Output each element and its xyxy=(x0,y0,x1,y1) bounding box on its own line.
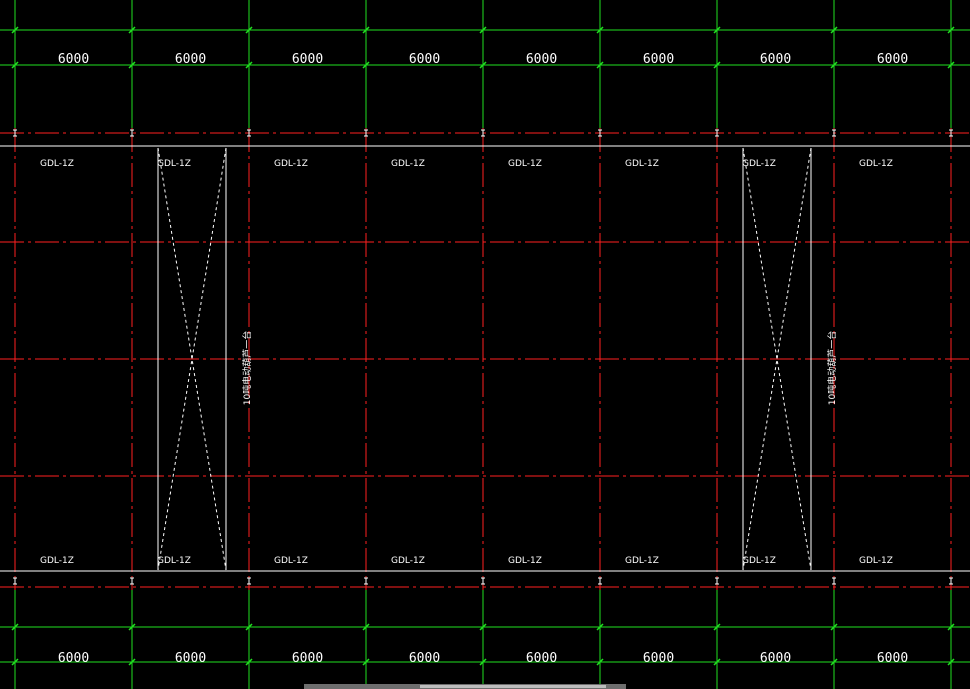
column-marker xyxy=(598,577,602,585)
dimension-lines xyxy=(0,26,970,666)
horizontal-grid-lines xyxy=(0,132,970,588)
dimension-text-top-2: 6000 xyxy=(292,52,323,67)
column-marker xyxy=(364,577,368,585)
scrollbar-thumb[interactable] xyxy=(420,685,606,688)
beam-label-bottom-2: GDL-1Z xyxy=(274,556,308,566)
dimension-text-bottom-3: 6000 xyxy=(409,651,440,666)
beam-label-top-3: GDL-1Z xyxy=(391,159,425,169)
dimension-text-bottom-4: 6000 xyxy=(526,651,557,666)
column-marker xyxy=(481,577,485,585)
dimension-text-top-0: 6000 xyxy=(58,52,89,67)
dimension-text-top-7: 6000 xyxy=(877,52,908,67)
column-marker xyxy=(832,577,836,585)
beam-label-top-6: GDL-1Z xyxy=(742,159,776,169)
dimension-text-bottom-6: 6000 xyxy=(760,651,791,666)
beam-label-bottom-0: GDL-1Z xyxy=(40,556,74,566)
dimension-text-top-5: 6000 xyxy=(643,52,674,67)
dimension-text-bottom-5: 6000 xyxy=(643,651,674,666)
column-marker xyxy=(13,577,17,585)
column-marker xyxy=(949,577,953,585)
beam-label-top-2: GDL-1Z xyxy=(274,159,308,169)
beam-label-top-7: GDL-1Z xyxy=(859,159,893,169)
dimension-text-bottom-7: 6000 xyxy=(877,651,908,666)
dimension-text-bottom-1: 6000 xyxy=(175,651,206,666)
dimension-text-bottom-2: 6000 xyxy=(292,651,323,666)
beam-label-bottom-5: GDL-1Z xyxy=(625,556,659,566)
crane-label: 10吨电动葫芦一台 xyxy=(826,331,838,405)
beam-label-bottom-4: GDL-1Z xyxy=(508,556,542,566)
column-marker xyxy=(247,577,251,585)
beam-label-top-0: GDL-1Z xyxy=(40,159,74,169)
beam-label-top-4: GDL-1Z xyxy=(508,159,542,169)
beam-label-top-5: GDL-1Z xyxy=(625,159,659,169)
column-marker xyxy=(130,577,134,585)
beam-label-top-1: GDL-1Z xyxy=(157,159,191,169)
crane-label: 10吨电动葫芦一台 xyxy=(241,331,253,405)
dimension-text-top-6: 6000 xyxy=(760,52,791,67)
beam-label-bottom-1: GDL-1Z xyxy=(157,556,191,566)
dimension-text-top-3: 6000 xyxy=(409,52,440,67)
beam-label-bottom-7: GDL-1Z xyxy=(859,556,893,566)
dimension-text-top-1: 6000 xyxy=(175,52,206,67)
beam-labels: GDL-1Z GDL-1Z GDL-1Z GDL-1Z GDL-1Z GDL-1Z GDL-… xyxy=(40,159,893,566)
dimension-text-top-4: 6000 xyxy=(526,52,557,67)
dimension-text-bottom-0: 6000 xyxy=(58,651,89,666)
beam-label-bottom-6: GDL-1Z xyxy=(742,556,776,566)
beam-label-bottom-3: GDL-1Z xyxy=(391,556,425,566)
cad-drawing-canvas[interactable]: 10吨电动葫芦一台 10吨电动葫芦一台 6000 6000 6000 6000 6000 6… xyxy=(0,0,970,689)
column-marker xyxy=(715,577,719,585)
horizontal-scrollbar[interactable] xyxy=(304,684,626,689)
